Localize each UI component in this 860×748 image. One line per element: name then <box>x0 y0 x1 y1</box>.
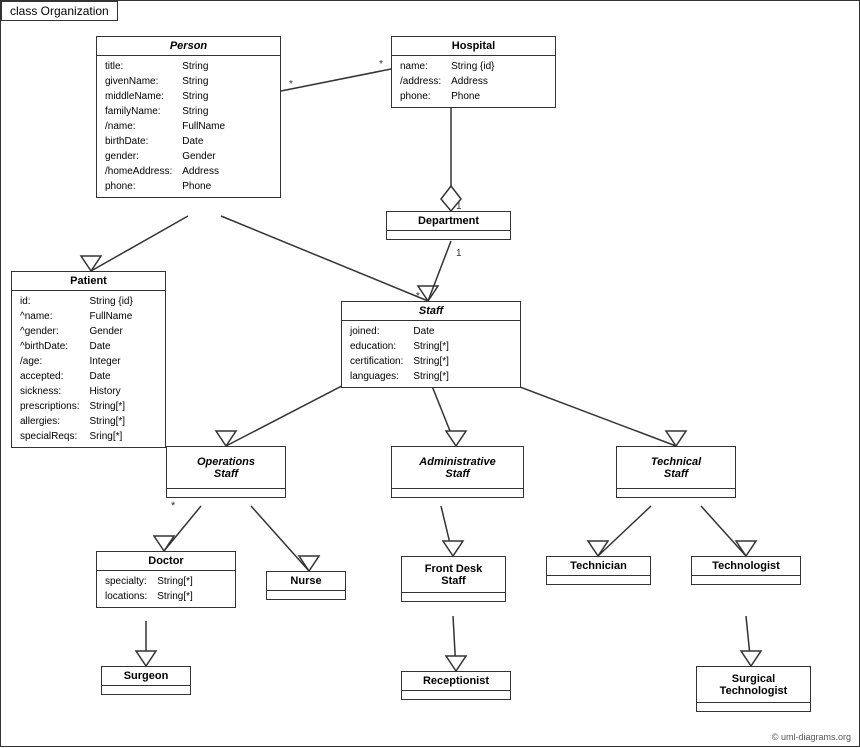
class-technologist: Technologist <box>691 556 801 585</box>
class-hospital: Hospital name:String {id} /address:Addre… <box>391 36 556 108</box>
class-administrative-staff-body <box>392 489 523 497</box>
class-administrative-staff-header: AdministrativeStaff <box>392 447 523 489</box>
class-operations-staff: OperationsStaff <box>166 446 286 498</box>
class-hospital-header: Hospital <box>392 37 555 56</box>
svg-text:*: * <box>379 59 383 70</box>
class-person-body: title:String givenName:String middleName… <box>97 56 280 197</box>
diagram-title: class Organization <box>1 1 118 21</box>
class-patient-header: Patient <box>12 272 165 291</box>
svg-text:*: * <box>289 79 293 90</box>
class-technician-header: Technician <box>547 557 650 576</box>
class-operations-staff-body <box>167 489 285 497</box>
class-receptionist-header: Receptionist <box>402 672 510 691</box>
technical-staff-label: TechnicalStaff <box>651 456 701 480</box>
class-receptionist: Receptionist <box>401 671 511 700</box>
class-technologist-body <box>692 576 800 584</box>
class-staff: Staff joined:Date education:String[*] ce… <box>341 301 521 388</box>
class-patient: Patient id:String {id} ^name:FullName ^g… <box>11 271 166 448</box>
class-nurse-header: Nurse <box>267 572 345 591</box>
class-surgeon: Surgeon <box>101 666 191 695</box>
class-operations-staff-header: OperationsStaff <box>167 447 285 489</box>
class-person: Person title:String givenName:String mid… <box>96 36 281 198</box>
class-receptionist-body <box>402 691 510 699</box>
class-staff-body: joined:Date education:String[*] certific… <box>342 321 520 387</box>
class-technician-body <box>547 576 650 584</box>
class-nurse: Nurse <box>266 571 346 600</box>
class-nurse-body <box>267 591 345 599</box>
class-person-header: Person <box>97 37 280 56</box>
class-department: Department <box>386 211 511 240</box>
svg-text:*: * <box>171 500 176 512</box>
class-technologist-header: Technologist <box>692 557 800 576</box>
diagram-container: class Organization 1 1 * * * * <box>0 0 860 747</box>
class-patient-body: id:String {id} ^name:FullName ^gender:Ge… <box>12 291 165 447</box>
class-hospital-body: name:String {id} /address:Address phone:… <box>392 56 555 107</box>
class-administrative-staff: AdministrativeStaff <box>391 446 524 498</box>
administrative-staff-label: AdministrativeStaff <box>419 456 495 480</box>
class-technical-staff-header: TechnicalStaff <box>617 447 735 489</box>
class-department-body <box>387 231 510 239</box>
class-department-header: Department <box>387 212 510 231</box>
class-front-desk-staff-body <box>402 593 505 601</box>
class-technical-staff: TechnicalStaff <box>616 446 736 498</box>
class-surgical-technologist-body <box>697 703 810 711</box>
class-technical-staff-body <box>617 489 735 497</box>
front-desk-staff-label: Front DeskStaff <box>425 563 482 587</box>
class-surgeon-body <box>102 686 190 694</box>
class-front-desk-staff: Front DeskStaff <box>401 556 506 602</box>
svg-text:1: 1 <box>456 248 462 259</box>
class-front-desk-staff-header: Front DeskStaff <box>402 557 505 593</box>
surgical-technologist-label: SurgicalTechnologist <box>720 673 788 697</box>
operations-staff-label: OperationsStaff <box>197 456 255 480</box>
class-doctor-header: Doctor <box>97 552 235 571</box>
class-surgical-technologist: SurgicalTechnologist <box>696 666 811 712</box>
class-doctor: Doctor specialty:String[*] locations:Str… <box>96 551 236 608</box>
class-doctor-body: specialty:String[*] locations:String[*] <box>97 571 235 607</box>
class-technician: Technician <box>546 556 651 585</box>
copyright-text: © uml-diagrams.org <box>772 732 851 742</box>
class-staff-header: Staff <box>342 302 520 321</box>
class-surgical-technologist-header: SurgicalTechnologist <box>697 667 810 703</box>
class-surgeon-header: Surgeon <box>102 667 190 686</box>
